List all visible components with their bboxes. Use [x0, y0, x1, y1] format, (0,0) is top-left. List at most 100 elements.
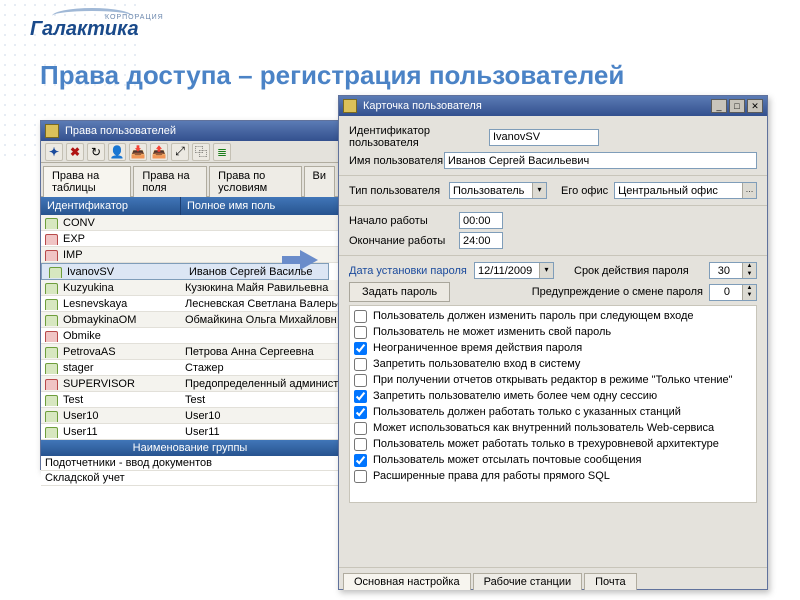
window-icon	[343, 99, 357, 113]
pass-warn-input[interactable]	[710, 285, 742, 300]
tab-condition-rights[interactable]: Права по условиям	[209, 166, 301, 197]
list-icon[interactable]: ≣	[213, 143, 231, 161]
label-pass-expire: Срок действия пароля	[574, 265, 689, 277]
bottom-tabs: Основная настройка Рабочие станции Почта	[339, 567, 767, 589]
folder-in-icon[interactable]: 📥	[129, 143, 147, 161]
window-titlebar[interactable]: Права пользователей	[41, 121, 339, 141]
option-label: Пользователь может отсылать почтовые соо…	[373, 454, 641, 466]
users-table[interactable]: CONVEXPIMPIvanovSVИванов Сергей ВасильеK…	[41, 215, 339, 440]
user-type-value: Пользователь	[453, 185, 524, 197]
table-row[interactable]: EXP	[41, 231, 339, 247]
table-row[interactable]: User10User10	[41, 408, 339, 424]
work-start-input[interactable]	[459, 212, 503, 229]
user-status-icon	[45, 283, 58, 294]
chevron-down-icon: ▾	[532, 183, 546, 198]
option-checkbox[interactable]	[354, 470, 367, 483]
label-work-end: Окончание работы	[349, 235, 459, 247]
option-checkbox[interactable]	[354, 374, 367, 387]
new-icon[interactable]: ✦	[45, 143, 63, 161]
pass-warn-spinner[interactable]: ▲▼	[709, 284, 757, 301]
user-status-icon	[45, 347, 58, 358]
window-titlebar[interactable]: Карточка пользователя _ □ ✕	[339, 96, 767, 116]
tab-mail[interactable]: Почта	[584, 573, 637, 590]
option-checkbox[interactable]	[354, 438, 367, 451]
arrow-icon	[282, 256, 302, 264]
option-row: Может использоваться как внутренний поль…	[352, 420, 754, 436]
option-checkbox[interactable]	[354, 422, 367, 435]
spinner-buttons[interactable]: ▲▼	[742, 263, 756, 278]
window-icon	[45, 124, 59, 138]
col-identifier[interactable]: Идентификатор	[41, 197, 181, 215]
user-type-select[interactable]: Пользователь ▾	[449, 182, 547, 199]
option-checkbox[interactable]	[354, 406, 367, 419]
user-status-icon	[45, 395, 58, 406]
pass-date-value: 12/11/2009	[478, 265, 532, 277]
page-title: Права доступа – регистрация пользователе…	[40, 60, 624, 91]
spinner-buttons[interactable]: ▲▼	[742, 285, 756, 300]
table-row[interactable]: CONV	[41, 215, 339, 231]
table-row[interactable]: KuzyukinaКузюкина Майя Равильевна	[41, 280, 339, 296]
option-checkbox[interactable]	[354, 390, 367, 403]
table-row[interactable]: ObmaykinaOMОбмайкина Ольга Михайловн	[41, 312, 339, 328]
option-row: Неограниченное время действия пароля	[352, 340, 754, 356]
col-fullname[interactable]: Полное имя поль	[181, 197, 339, 215]
user-name-input[interactable]	[444, 152, 757, 169]
expand-icon[interactable]: ⤢	[171, 143, 189, 161]
user-status-icon	[45, 411, 58, 422]
user-id-input[interactable]	[489, 129, 599, 146]
table-row[interactable]: IvanovSVИванов Сергей Василье	[41, 263, 329, 280]
list-item[interactable]: Складской учет	[41, 471, 339, 486]
pass-expire-input[interactable]	[710, 263, 742, 278]
window-title-text: Карточка пользователя	[361, 100, 709, 112]
table-row[interactable]: TestTest	[41, 392, 339, 408]
list-item[interactable]: Подотчетники - ввод документов	[41, 456, 339, 471]
window-title-text: Права пользователей	[63, 125, 335, 137]
refresh-icon[interactable]: ↻	[87, 143, 105, 161]
tab-workstations[interactable]: Рабочие станции	[473, 573, 583, 590]
tab-more[interactable]: Ви	[304, 166, 335, 197]
user-status-icon	[49, 267, 62, 278]
user-status-icon	[45, 234, 58, 245]
maximize-icon[interactable]: □	[729, 99, 745, 113]
delete-icon[interactable]: ✖	[66, 143, 84, 161]
tab-table-rights[interactable]: Права на таблицы	[43, 166, 131, 197]
table-row[interactable]: LesnevskayaЛесневская Светлана Валерье	[41, 296, 339, 312]
user-status-icon	[45, 218, 58, 229]
user-icon[interactable]: 👤	[108, 143, 126, 161]
option-row: Пользователь должен изменить пароль при …	[352, 308, 754, 324]
table-row[interactable]: User11User11	[41, 424, 339, 440]
option-checkbox[interactable]	[354, 454, 367, 467]
work-end-input[interactable]	[459, 232, 503, 249]
set-password-button[interactable]: Задать пароль	[349, 282, 450, 302]
label-work-start: Начало работы	[349, 215, 459, 227]
option-checkbox[interactable]	[354, 326, 367, 339]
table-row[interactable]: PetrovaASПетрова Анна Сергеевна	[41, 344, 339, 360]
office-select[interactable]: Центральный офис…	[614, 182, 757, 199]
label-user-type: Тип пользователя	[349, 185, 449, 197]
folder-out-icon[interactable]: 📤	[150, 143, 168, 161]
tab-main-settings[interactable]: Основная настройка	[343, 573, 471, 590]
option-checkbox[interactable]	[354, 310, 367, 323]
user-status-icon	[45, 379, 58, 390]
user-status-icon	[45, 250, 58, 261]
option-checkbox[interactable]	[354, 342, 367, 355]
label-pass-warn: Предупреждение о смене пароля	[532, 286, 703, 298]
option-row: При получении отчетов открывать редактор…	[352, 372, 754, 388]
option-row: Запретить пользователю вход в систему	[352, 356, 754, 372]
table-row[interactable]: SUPERVISORПредопределенный админист	[41, 376, 339, 392]
options-list: Пользователь должен изменить пароль при …	[349, 305, 757, 503]
tab-field-rights[interactable]: Права на поля	[133, 166, 207, 197]
table-row[interactable]: Obmike	[41, 328, 339, 344]
option-label: Пользователь должен работать только с ук…	[373, 406, 681, 418]
copy-icon[interactable]: ⿻	[192, 143, 210, 161]
table-row[interactable]: stagerСтажер	[41, 360, 339, 376]
group-list[interactable]: Подотчетники - ввод документовСкладской …	[41, 456, 339, 498]
pass-date-input[interactable]: 12/11/2009▾	[474, 262, 554, 279]
label-user-name: Имя пользователя	[349, 155, 444, 167]
user-status-icon	[45, 299, 58, 310]
toolbar: ✦ ✖ ↻ 👤 📥 📤 ⤢ ⿻ ≣	[41, 141, 339, 163]
minimize-icon[interactable]: _	[711, 99, 727, 113]
option-checkbox[interactable]	[354, 358, 367, 371]
pass-expire-spinner[interactable]: ▲▼	[709, 262, 757, 279]
close-icon[interactable]: ✕	[747, 99, 763, 113]
